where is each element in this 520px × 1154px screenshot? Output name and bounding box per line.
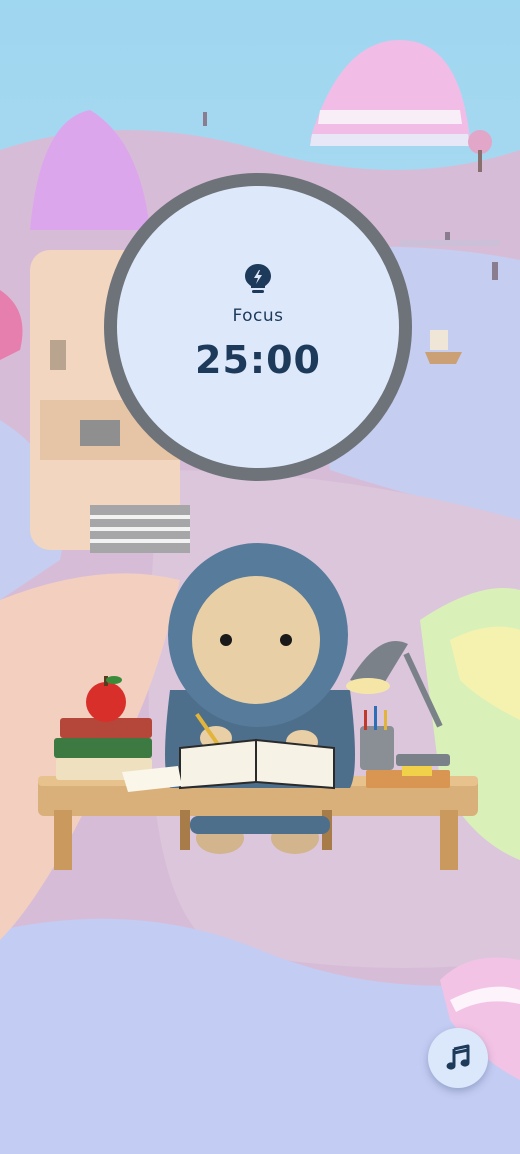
timer-countdown: 25:00: [195, 338, 321, 382]
studying-character-illustration: [38, 543, 478, 870]
lightbulb-bolt-icon: [245, 264, 271, 293]
music-note-icon: [446, 1044, 470, 1070]
timer-mode-label: Focus: [232, 306, 284, 326]
music-button[interactable]: [428, 1028, 488, 1088]
focus-timer-dial[interactable]: Focus 25:00: [104, 173, 412, 481]
